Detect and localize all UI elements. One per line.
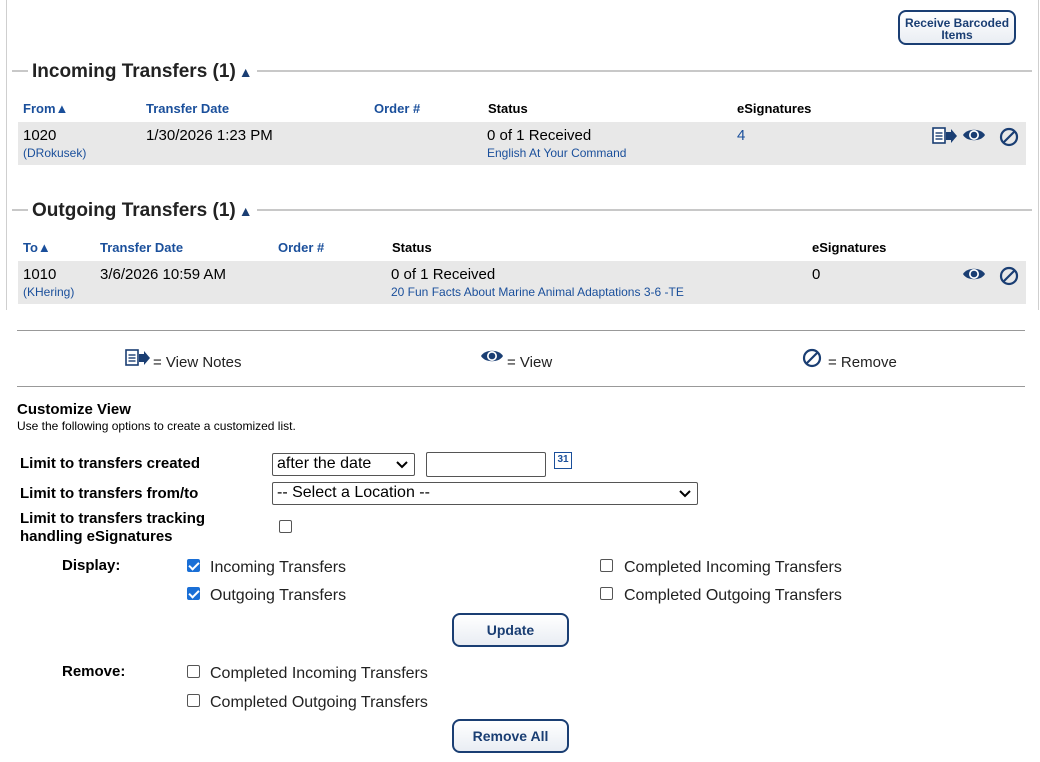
limit-esig-label-line2: handling eSignatures — [20, 528, 173, 545]
row-transfer-date: 1/30/2026 1:23 PM — [146, 127, 273, 144]
collapse-arrow-icon: ▲ — [238, 64, 253, 80]
column-header-order[interactable]: Order # — [374, 101, 420, 116]
row-esignatures-link[interactable]: 4 — [737, 127, 745, 144]
receive-barcoded-items-label: Receive Barcoded Items — [904, 16, 1010, 42]
display-outgoing-label: Outgoing Transfers — [210, 587, 347, 604]
limit-esig-checkbox[interactable] — [279, 520, 292, 533]
display-completed-outgoing-label: Completed Outgoing Transfers — [624, 587, 842, 604]
calendar-day: 31 — [557, 454, 569, 465]
column-header-transfer-date[interactable]: Transfer Date — [146, 101, 229, 116]
display-completed-incoming-label: Completed Incoming Transfers — [624, 559, 842, 576]
update-button[interactable]: Update — [452, 613, 569, 647]
view-notes-icon[interactable] — [932, 127, 958, 145]
remove-completed-outgoing-label: Completed Outgoing Transfers — [210, 694, 428, 711]
display-completed-incoming-checkbox[interactable] — [600, 559, 613, 572]
remove-completed-incoming-label: Completed Incoming Transfers — [210, 665, 428, 682]
remove-icon[interactable] — [999, 127, 1019, 147]
display-completed-outgoing-checkbox[interactable] — [600, 587, 613, 600]
row-item-link[interactable]: 20 Fun Facts About Marine Animal Adaptat… — [391, 285, 684, 299]
calendar-icon[interactable]: 31 — [554, 452, 572, 469]
incoming-title-text: Incoming Transfers (1) — [32, 61, 236, 82]
incoming-section-title[interactable]: Incoming Transfers (1) ▲ — [28, 61, 257, 83]
row-transfer-date: 3/6/2026 10:59 AM — [100, 266, 226, 283]
chevron-down-icon — [679, 490, 691, 498]
date-input[interactable] — [426, 452, 546, 477]
sort-ascending-icon: ▲ — [37, 240, 51, 255]
display-incoming-label: Incoming Transfers — [210, 559, 347, 576]
customize-view-subtitle: Use the following options to create a cu… — [17, 419, 296, 433]
legend-top-divider — [17, 330, 1025, 331]
row-user: (KHering) — [23, 285, 75, 299]
location-select[interactable]: -- Select a Location -- — [272, 482, 698, 505]
column-header-esignatures: eSignatures — [737, 101, 812, 116]
update-button-label: Update — [486, 622, 535, 638]
column-header-status: Status — [488, 101, 528, 116]
limit-esig-label-line1: Limit to transfers tracking — [20, 510, 206, 527]
legend-remove: = Remove — [828, 354, 897, 371]
remove-all-button-label: Remove All — [472, 728, 549, 744]
column-header-status: Status — [392, 240, 432, 255]
display-outgoing-checkbox[interactable] — [187, 587, 200, 600]
remove-icon[interactable] — [999, 266, 1019, 286]
remove-label: Remove: — [62, 663, 126, 680]
outgoing-title-text: Outgoing Transfers (1) — [32, 200, 236, 221]
legend-view-notes: = View Notes — [153, 354, 242, 371]
row-status: 0 of 1 Received — [391, 266, 496, 283]
sort-ascending-icon: ▲ — [55, 101, 69, 116]
receive-barcoded-items-button[interactable]: Receive Barcoded Items — [898, 10, 1016, 45]
collapse-arrow-icon: ▲ — [238, 203, 253, 219]
view-notes-icon — [125, 349, 150, 366]
display-label: Display: — [62, 557, 121, 574]
column-header-from[interactable]: From▲ — [23, 101, 68, 116]
row-item-link[interactable]: English At Your Command — [487, 146, 626, 160]
row-user: (DRokusek) — [23, 146, 87, 160]
legend-view: = View — [507, 354, 553, 371]
row-status: 0 of 1 Received — [487, 127, 592, 144]
customize-view-title: Customize View — [17, 401, 131, 418]
view-eye-icon[interactable] — [962, 126, 986, 144]
column-header-transfer-date[interactable]: Transfer Date — [100, 240, 183, 255]
view-eye-icon[interactable] — [962, 265, 986, 283]
column-header-order[interactable]: Order # — [278, 240, 324, 255]
view-eye-icon — [481, 350, 503, 362]
row-location: 1020 — [23, 127, 57, 144]
limit-created-label: Limit to transfers created — [20, 455, 201, 472]
column-header-to[interactable]: To▲ — [23, 240, 51, 255]
limit-location-label: Limit to transfers from/to — [20, 485, 199, 502]
row-esignatures: 0 — [812, 266, 821, 283]
date-mode-select[interactable]: after the date — [272, 453, 415, 476]
chevron-down-icon — [396, 461, 408, 469]
column-header-esignatures: eSignatures — [812, 240, 887, 255]
row-location: 1010 — [23, 266, 57, 283]
remove-completed-outgoing-checkbox[interactable] — [187, 694, 200, 707]
display-incoming-checkbox[interactable] — [187, 559, 200, 572]
remove-completed-incoming-checkbox[interactable] — [187, 665, 200, 678]
remove-all-button[interactable]: Remove All — [452, 719, 569, 753]
outgoing-section-title[interactable]: Outgoing Transfers (1) ▲ — [28, 200, 257, 222]
legend-bottom-divider — [17, 386, 1025, 387]
remove-icon — [802, 348, 822, 368]
